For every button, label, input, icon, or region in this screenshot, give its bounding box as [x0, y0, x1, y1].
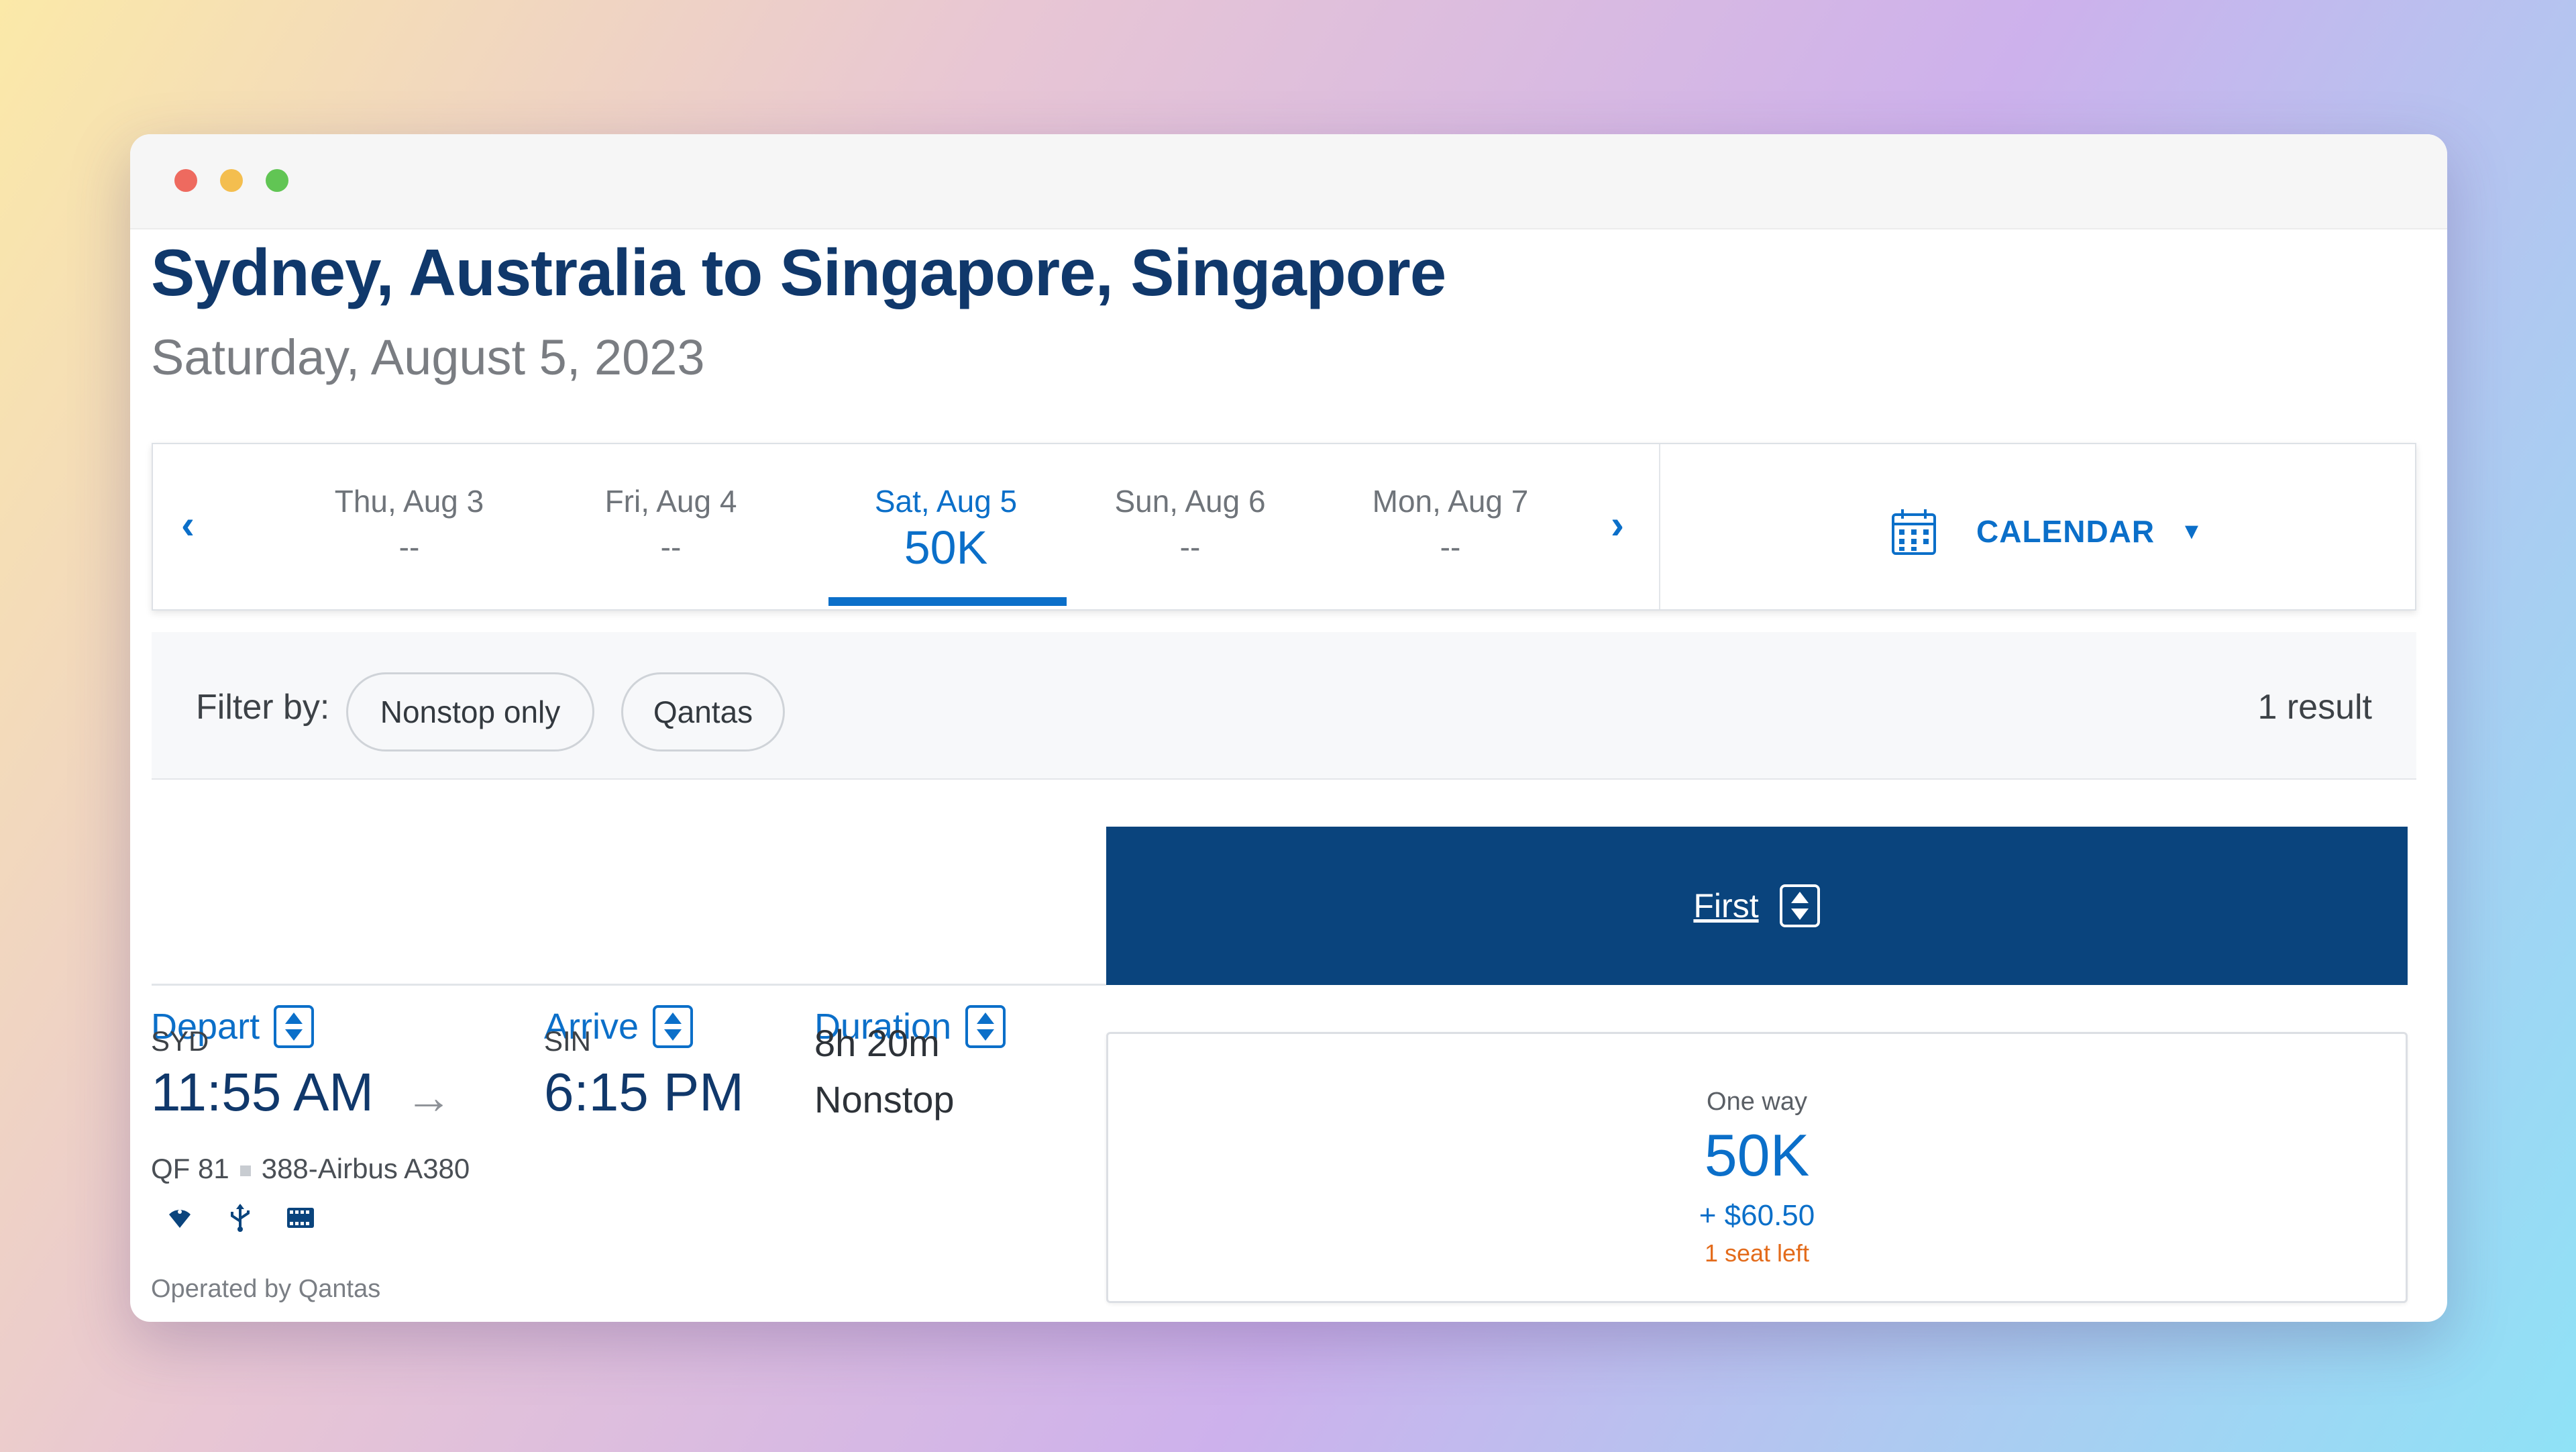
first-class-fare-button[interactable]: One way 50K + $60.50 1 seat left: [1106, 1032, 2408, 1303]
browser-window: Sydney, Australia to Singapore, Singapor…: [130, 134, 2447, 1322]
first-class-column-label: First: [1693, 887, 1759, 925]
date-option-label: Thu, Aug 3: [334, 484, 484, 519]
filter-label: Filter by:: [196, 688, 330, 727]
date-option-label: Sat, Aug 5: [874, 484, 1018, 519]
close-window-button[interactable]: [174, 169, 197, 192]
operated-by: Operated by Qantas: [151, 1275, 381, 1303]
date-option-label: Fri, Aug 4: [604, 484, 737, 519]
date-option-price: --: [1440, 529, 1461, 564]
arrive-airport-code: SIN: [544, 1025, 592, 1057]
flight-stops: Nonstop: [814, 1078, 955, 1121]
depart-time: 11:55 AM: [151, 1062, 374, 1122]
depart-airport-code: SYD: [151, 1025, 209, 1057]
fare-type: One way: [1707, 1088, 1807, 1116]
date-option-sun-aug-6[interactable]: Sun, Aug 6 --: [1083, 483, 1297, 565]
sort-by-first-class-button[interactable]: First: [1106, 827, 2408, 985]
wifi-icon[interactable]: [165, 1202, 195, 1232]
caret-down-icon: ▼: [2180, 518, 2203, 544]
fare-miles: 50K: [1704, 1122, 1810, 1188]
date-option-fri-aug-4[interactable]: Fri, Aug 4 --: [564, 483, 778, 565]
aircraft-type: 388-Airbus A380: [261, 1153, 470, 1184]
route-date: Saturday, August 5, 2023: [151, 329, 705, 385]
filter-bar: Filter by: Nonstop only Qantas 1 result: [152, 632, 2416, 780]
header-divider: [152, 984, 1106, 986]
route-title: Sydney, Australia to Singapore, Singapor…: [151, 236, 1446, 309]
strip-divider: [1659, 444, 1660, 609]
results-count: 1 result: [2257, 688, 2372, 727]
date-option-mon-aug-7[interactable]: Mon, Aug 7 --: [1343, 483, 1558, 565]
active-date-underline: [828, 597, 1067, 606]
calendar-label: CALENDAR: [1976, 514, 2155, 549]
usb-power-icon[interactable]: [225, 1202, 255, 1232]
filter-qantas-button[interactable]: Qantas: [621, 672, 785, 751]
minimize-window-button[interactable]: [220, 169, 243, 192]
window-titlebar: [130, 134, 2447, 229]
amenities-list: [165, 1202, 315, 1232]
date-selector-strip: ‹ Thu, Aug 3 -- Fri, Aug 4 -- Sat, Aug 5…: [152, 443, 2416, 611]
date-option-price: --: [398, 529, 420, 564]
date-option-thu-aug-3[interactable]: Thu, Aug 3 --: [302, 483, 517, 565]
filter-nonstop-only-button[interactable]: Nonstop only: [346, 672, 594, 751]
date-option-sat-aug-5[interactable]: Sat, Aug 5 50K: [828, 483, 1067, 606]
sort-icon: [965, 1005, 1006, 1048]
date-option-label: Sun, Aug 6: [1114, 484, 1266, 519]
date-option-label: Mon, Aug 7: [1372, 484, 1529, 519]
flight-number: QF 81: [151, 1153, 229, 1184]
calendar-dropdown-button[interactable]: CALENDAR ▼: [1890, 505, 2203, 558]
arrive-time: 6:15 PM: [544, 1062, 744, 1122]
date-option-price: 50K: [904, 521, 988, 574]
sort-icon: [1779, 884, 1820, 927]
date-option-price: --: [1179, 529, 1201, 564]
flight-duration: 8h 20m: [814, 1022, 940, 1064]
date-option-price: --: [660, 529, 682, 564]
sort-icon: [653, 1005, 694, 1048]
sort-icon: [274, 1005, 315, 1048]
seats-remaining: 1 seat left: [1704, 1239, 1810, 1267]
separator-square: [239, 1165, 251, 1176]
chevron-left-icon[interactable]: ‹: [181, 501, 195, 548]
entertainment-icon[interactable]: [286, 1202, 315, 1232]
arrow-right-icon: →: [405, 1071, 452, 1123]
flight-details: QF 81 388-Airbus A380: [151, 1153, 470, 1185]
fare-taxes: + $60.50: [1699, 1199, 1815, 1232]
calendar-icon: [1892, 509, 1936, 555]
chevron-right-icon[interactable]: ›: [1611, 501, 1624, 548]
zoom-window-button[interactable]: [266, 169, 288, 192]
